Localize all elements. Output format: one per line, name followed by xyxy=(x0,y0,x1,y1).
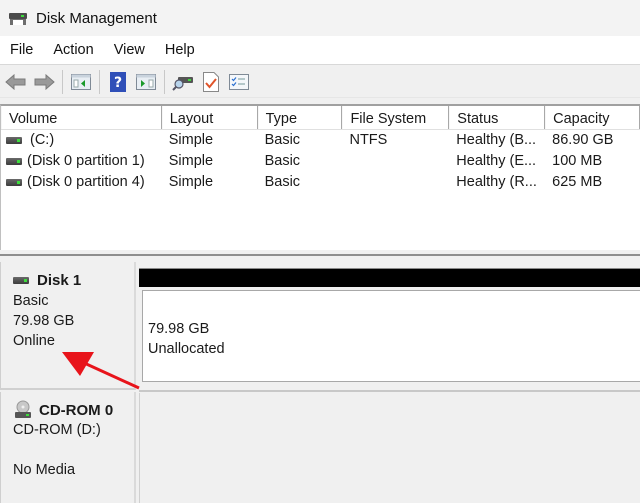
forward-button[interactable] xyxy=(32,70,56,94)
volume-list: Volume Layout Type File System Status Ca… xyxy=(0,104,640,250)
help-button[interactable]: ? xyxy=(106,70,130,94)
file-system-cell xyxy=(342,151,449,172)
disk-drive-icon xyxy=(13,277,29,284)
status-cell: Healthy (E... xyxy=(456,153,537,169)
cdrom-0-status: No Media xyxy=(13,462,76,478)
divider xyxy=(139,390,640,392)
drive-icon xyxy=(6,137,22,144)
volume-name: (Disk 0 partition 4) xyxy=(27,174,145,190)
checklist-icon xyxy=(229,73,249,90)
column-header-status[interactable]: Status xyxy=(449,106,546,129)
column-header-layout[interactable]: Layout xyxy=(161,106,258,129)
layout-cell: Simple xyxy=(168,153,214,169)
unallocated-bar xyxy=(139,268,640,287)
cdrom-0-info[interactable]: CD-ROM 0 CD-ROM (D:) No Media xyxy=(0,392,136,503)
properties-button[interactable] xyxy=(199,70,223,94)
menu-view[interactable]: View xyxy=(104,42,155,58)
cdrom-0-name: CD-ROM 0 xyxy=(39,401,114,419)
menu-action[interactable]: Action xyxy=(43,42,103,58)
table-row[interactable]: (C:) Simple Basic NTFS Healthy (B... 86.… xyxy=(1,130,640,151)
toolbar-separator xyxy=(62,69,63,94)
menu-help[interactable]: Help xyxy=(155,42,205,58)
disk-1-size: 79.98 GB xyxy=(13,313,75,329)
drive-icon xyxy=(6,158,22,165)
column-header-type[interactable]: Type xyxy=(257,106,343,129)
disk-1-status: Online xyxy=(13,333,55,349)
cdrom-0-layout xyxy=(139,393,640,503)
disk-1-layout: 79.98 GB Unallocated xyxy=(139,268,640,390)
cdrom-0-type: CD-ROM (D:) xyxy=(13,422,101,438)
disk-map: Disk 1 Basic 79.98 GB Online 79.98 GB Un… xyxy=(0,262,640,503)
unallocated-partition[interactable]: 79.98 GB Unallocated xyxy=(142,290,640,382)
drive-icon xyxy=(6,179,22,186)
partition-size: 79.98 GB xyxy=(148,321,210,337)
action-pane-button[interactable] xyxy=(134,70,158,94)
console-tree-icon xyxy=(71,73,91,90)
column-header-volume[interactable]: Volume xyxy=(1,106,162,129)
file-system-cell xyxy=(342,172,449,193)
title-bar: Disk Management xyxy=(0,0,640,36)
back-arrow-icon xyxy=(5,73,26,90)
toolbar: ? xyxy=(0,66,640,98)
layout-cell: Simple xyxy=(168,174,214,190)
toolbar-separator xyxy=(164,69,165,94)
checklist-button[interactable] xyxy=(227,70,251,94)
connect-drive-icon xyxy=(172,76,193,91)
connect-drive-button[interactable] xyxy=(171,70,195,94)
checked-document-icon xyxy=(203,71,219,92)
help-icon: ? xyxy=(110,71,126,92)
pane-splitter[interactable] xyxy=(0,250,640,262)
svg-text:?: ? xyxy=(114,75,122,91)
table-row[interactable]: (Disk 0 partition 1) Simple Basic Health… xyxy=(1,151,640,172)
back-button[interactable] xyxy=(4,70,28,94)
volume-list-header: Volume Layout Type File System Status Ca… xyxy=(1,106,640,130)
toolbar-separator xyxy=(99,69,100,94)
menu-bar: File Action View Help xyxy=(0,36,640,65)
volume-name: (C:) xyxy=(30,132,55,148)
capacity-cell: 100 MB xyxy=(552,153,603,169)
disk-1-name: Disk 1 xyxy=(37,272,82,289)
table-row[interactable]: (Disk 0 partition 4) Simple Basic Health… xyxy=(1,172,640,193)
type-cell: Basic xyxy=(264,132,301,148)
capacity-cell: 625 MB xyxy=(552,174,603,190)
console-tree-button[interactable] xyxy=(69,70,93,94)
partition-label: Unallocated xyxy=(148,341,225,357)
status-cell: Healthy (B... xyxy=(456,132,537,148)
capacity-cell: 86.90 GB xyxy=(552,132,614,148)
column-header-file-system[interactable]: File System xyxy=(342,106,450,129)
layout-cell: Simple xyxy=(168,132,214,148)
file-system-cell: NTFS xyxy=(349,132,388,148)
column-header-capacity[interactable]: Capacity xyxy=(545,106,640,129)
disk-management-icon xyxy=(8,10,28,26)
type-cell: Basic xyxy=(264,174,301,190)
disk-1-type: Basic xyxy=(13,293,49,309)
volume-name: (Disk 0 partition 1) xyxy=(27,153,145,169)
menu-file[interactable]: File xyxy=(0,42,43,58)
type-cell: Basic xyxy=(264,153,301,169)
disk-1-info[interactable]: Disk 1 Basic 79.98 GB Online xyxy=(0,262,136,390)
status-cell: Healthy (R... xyxy=(456,174,537,190)
action-pane-icon xyxy=(136,73,156,90)
forward-arrow-icon xyxy=(34,73,55,90)
cdrom-icon xyxy=(13,400,33,420)
window-title: Disk Management xyxy=(36,9,157,27)
